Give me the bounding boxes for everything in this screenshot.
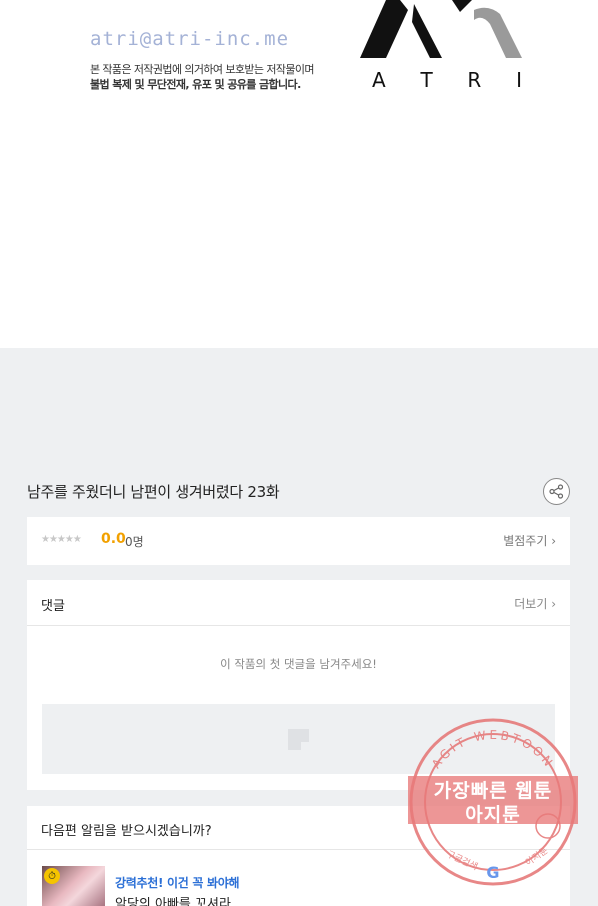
copyright-notice: 본 작품은 저작권법에 의거하여 보호받는 저작물이며 불법 복제 및 무단전재… bbox=[90, 62, 315, 92]
logo-letter-r: R bbox=[467, 68, 482, 92]
comments-header: 댓글 더보기 › bbox=[27, 580, 570, 626]
recommend-title[interactable]: 악당의 아빠를 꼬셔라 bbox=[115, 893, 231, 906]
rating-score: 0.0 bbox=[101, 531, 126, 547]
rating-card: ★★★★★ 0.0 0명 별점주기 › bbox=[27, 517, 570, 565]
share-button[interactable] bbox=[543, 478, 570, 505]
copyright-line-1: 본 작품은 저작권법에 의거하여 보호받는 저작물이며 bbox=[90, 63, 315, 76]
comments-more-button[interactable]: 더보기 › bbox=[514, 595, 556, 612]
watermark-bottom-left: 구글검색 bbox=[445, 848, 480, 873]
publisher-email: atri@atri-inc.me bbox=[90, 28, 290, 50]
rating-stars: ★★★★★ bbox=[41, 534, 82, 545]
rating-count: 0명 bbox=[125, 535, 144, 549]
comment-placeholder-icon bbox=[288, 729, 309, 750]
clock-icon: ⏱ bbox=[44, 868, 60, 884]
logo-letter-i: I bbox=[516, 68, 522, 92]
recommend-tag[interactable]: 강력추천! 이건 꼭 봐야해 bbox=[115, 874, 240, 891]
google-icon: G bbox=[486, 863, 499, 882]
copyright-line-2: 불법 복제 및 무단전재, 유포 및 공유를 금합니다. bbox=[90, 78, 301, 91]
comments-empty-message: 이 작품의 첫 댓글을 남겨주세요! bbox=[220, 657, 377, 671]
episode-artwork: atri@atri-inc.me 본 작품은 저작권법에 의거하여 보호받는 저… bbox=[0, 0, 598, 348]
logo-letter-a: A bbox=[372, 68, 386, 92]
recommend-thumbnail[interactable]: ⏱ bbox=[42, 866, 105, 906]
logo-wordmark: A T R I bbox=[372, 68, 522, 92]
comments-title: 댓글 bbox=[41, 599, 65, 614]
share-icon bbox=[549, 484, 564, 499]
watermark-line-1: 가장빠른 웹툰 bbox=[433, 780, 553, 802]
episode-title: 남주를 주웠더니 남편이 생겨버렸다 23화 bbox=[27, 483, 280, 501]
notify-title: 다음편 알림을 받으시겠습니까? bbox=[41, 824, 212, 839]
watermark-line-2: 아지툰 bbox=[465, 804, 521, 826]
logo-letter-t: T bbox=[420, 68, 433, 92]
rate-button[interactable]: 별점주기 › bbox=[503, 532, 556, 549]
